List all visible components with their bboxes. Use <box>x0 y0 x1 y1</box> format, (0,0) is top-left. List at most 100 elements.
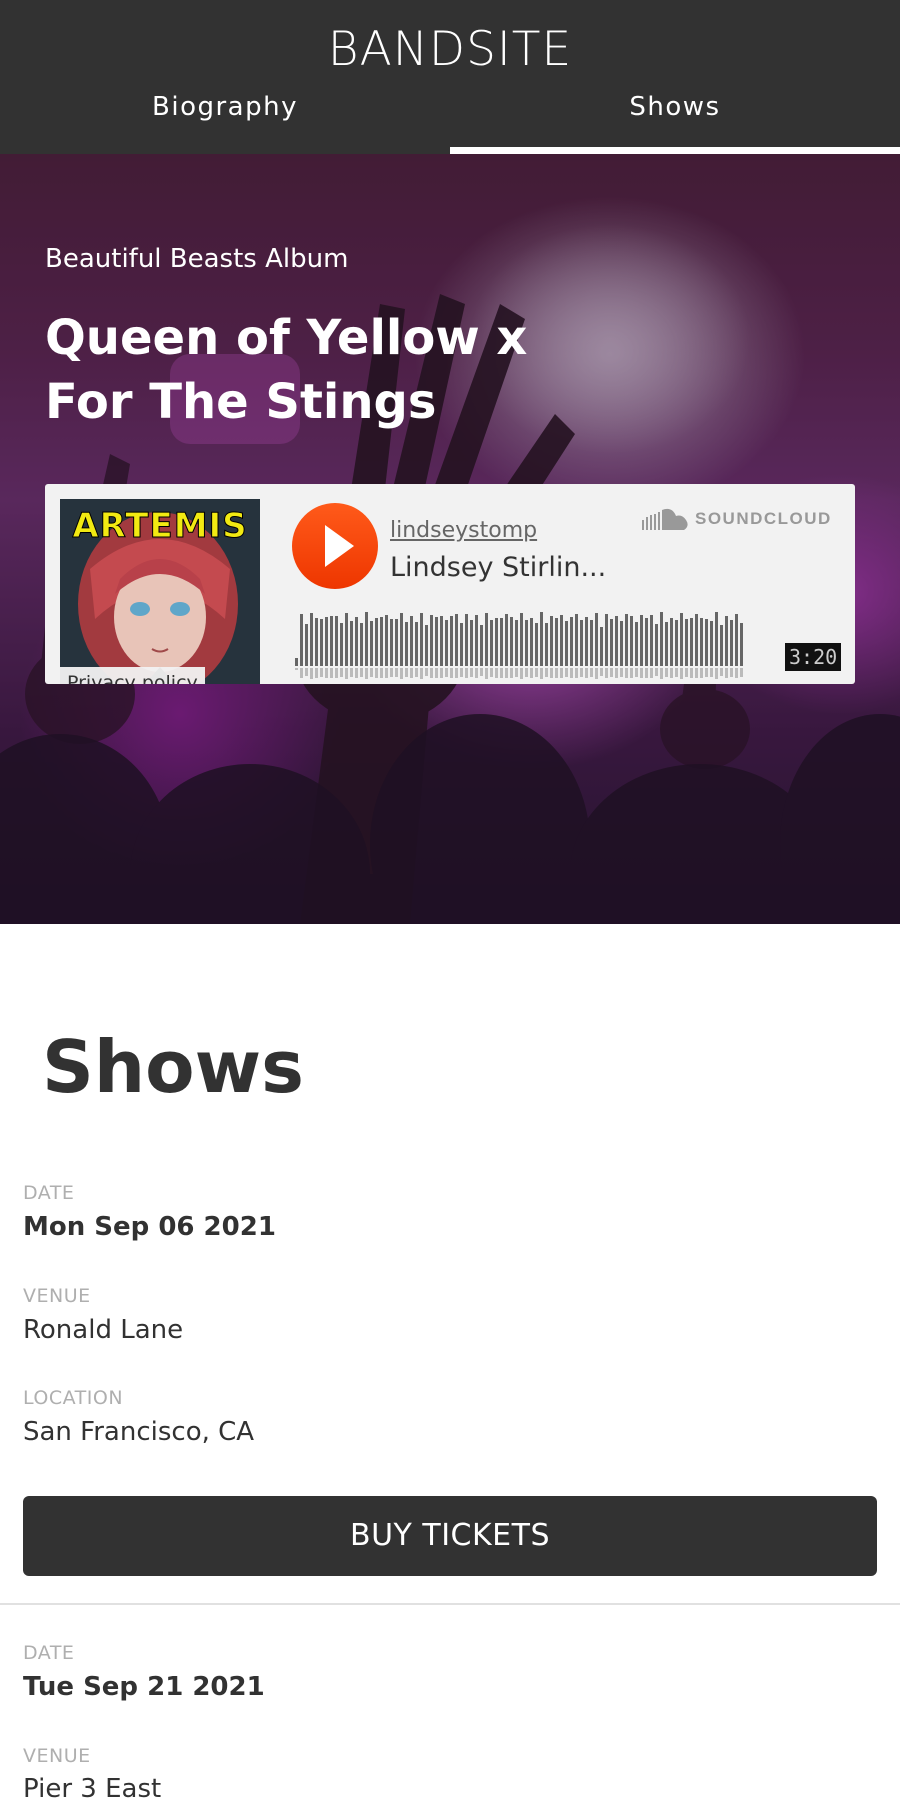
waveform-reflection <box>730 668 733 677</box>
waveform-reflection <box>300 668 303 678</box>
buy-tickets-button[interactable]: BUY TICKETS <box>23 1496 877 1576</box>
soundcloud-logo-icon[interactable] <box>642 506 690 532</box>
waveform-reflection <box>415 668 418 677</box>
waveform-reflection <box>640 668 643 678</box>
waveform-bar <box>545 623 548 666</box>
waveform-bar <box>315 618 318 666</box>
waveform-bar <box>670 618 673 666</box>
waveform-bar <box>450 616 453 666</box>
play-button[interactable] <box>292 503 378 589</box>
waveform-reflection <box>430 668 433 678</box>
waveform-bar <box>490 620 493 666</box>
waveform-bar <box>495 618 498 666</box>
waveform-reflection <box>450 668 453 678</box>
waveform-bar <box>590 620 593 666</box>
waveform-bar <box>310 613 313 666</box>
waveform-reflection <box>610 668 613 677</box>
waveform-bar <box>525 620 528 666</box>
waveform-reflection <box>570 668 573 678</box>
waveform-reflection <box>545 668 548 677</box>
waveform-reflection <box>485 668 488 679</box>
privacy-policy-link[interactable]: Privacy policy <box>60 667 205 684</box>
waveform-reflection <box>340 668 343 677</box>
nav-tab-biography[interactable]: Biography <box>0 92 450 122</box>
waveform-reflection <box>600 668 603 676</box>
waveform-bar <box>440 616 443 666</box>
waveform-bar <box>445 620 448 666</box>
waveform-reflection <box>720 668 723 676</box>
show-date: Mon Sep 06 2021 <box>23 1212 276 1242</box>
waveform-bar <box>740 623 743 666</box>
waveform-reflection <box>580 668 583 677</box>
waveform-reflection <box>670 668 673 678</box>
waveform-reflection <box>470 668 473 677</box>
waveform-bar <box>655 624 658 666</box>
waveform-bar <box>600 627 603 666</box>
waveform-reflection <box>675 668 678 677</box>
waveform-reflection <box>705 668 708 677</box>
soundcloud-user-link[interactable]: lindseystomp <box>390 518 537 543</box>
waveform-reflection <box>325 668 328 678</box>
waveform-reflection <box>405 668 408 677</box>
waveform-bar <box>585 617 588 666</box>
waveform-bar <box>480 625 483 666</box>
soundcloud-track-title[interactable]: Lindsey Stirlin... <box>390 552 606 583</box>
waveform-reflection <box>365 668 368 679</box>
waveform-bar <box>625 614 628 666</box>
waveform-bar <box>345 613 348 666</box>
waveform-bar <box>500 618 503 666</box>
waveform-reflection <box>615 668 618 678</box>
waveform-bar <box>610 619 613 666</box>
track-duration: 3:20 <box>785 643 842 671</box>
waveform-reflection <box>320 668 323 677</box>
soundcloud-brand[interactable]: SOUNDCLOUD <box>695 509 832 529</box>
waveform-reflection <box>690 668 693 678</box>
hero-title: Queen of Yellow x For The Stings <box>45 310 528 430</box>
waveform-bar <box>565 621 568 666</box>
waveform-bar <box>620 621 623 666</box>
waveform-reflection <box>660 668 663 679</box>
hero-section: Beautiful Beasts Album Queen of Yellow x… <box>0 154 900 924</box>
waveform-reflection <box>560 668 563 678</box>
waveform-reflection <box>535 668 538 677</box>
artwork-text: ARTEMIS <box>72 506 247 546</box>
waveform-bar <box>425 625 428 666</box>
waveform[interactable] <box>290 604 830 679</box>
waveform-bar <box>520 613 523 666</box>
waveform-bar <box>560 615 563 666</box>
waveform-reflection <box>555 668 558 678</box>
waveform-reflection <box>330 668 333 678</box>
waveform-bar <box>550 616 553 666</box>
waveform-bar <box>710 621 713 666</box>
waveform-reflection <box>410 668 413 678</box>
show-location: San Francisco, CA <box>23 1417 255 1447</box>
nav-active-underline <box>450 147 900 154</box>
waveform-bar <box>630 616 633 666</box>
waveform-reflection <box>460 668 463 677</box>
waveform-bar <box>430 615 433 666</box>
waveform-bar <box>640 615 643 666</box>
waveform-reflection <box>630 668 633 678</box>
album-artwork[interactable]: ARTEMIS Privacy policy <box>60 499 260 684</box>
waveform-bar <box>295 658 298 666</box>
waveform-reflection <box>505 668 508 678</box>
waveform-reflection <box>520 668 523 679</box>
site-logo[interactable]: BANDSITE <box>0 22 900 77</box>
waveform-bar <box>370 621 373 666</box>
waveform-bar <box>540 612 543 666</box>
waveform-bar <box>420 613 423 666</box>
waveform-reflection <box>585 668 588 678</box>
date-label: DATE <box>23 1642 75 1664</box>
waveform-reflection <box>390 668 393 677</box>
waveform-bar <box>605 614 608 666</box>
nav-tab-shows[interactable]: Shows <box>450 92 900 122</box>
waveform-reflection <box>435 668 438 678</box>
venue-label: VENUE <box>23 1285 91 1307</box>
waveform-reflection <box>685 668 688 677</box>
waveform-reflection <box>295 668 298 670</box>
waveform-reflection <box>455 668 458 678</box>
waveform-reflection <box>665 668 668 677</box>
waveform-reflection <box>565 668 568 677</box>
waveform-reflection <box>650 668 653 678</box>
waveform-reflection <box>385 668 388 678</box>
